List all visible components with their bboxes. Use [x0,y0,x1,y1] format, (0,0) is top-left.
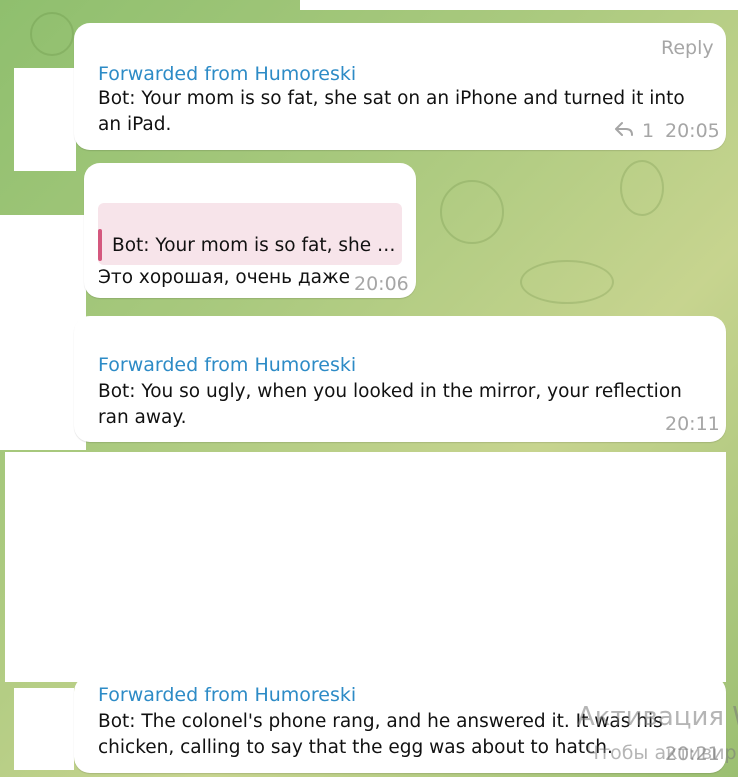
redaction-block [300,0,738,10]
message-bubble[interactable]: Reply Forwarded from Humoreski Bot: Your… [74,23,726,150]
reply-count: 1 [642,120,655,142]
activation-watermark-subtitle: Чтобы активир [586,742,737,764]
message-time: 20:06 [354,273,409,295]
quoted-reply[interactable]: Bot: Your mom is so fat, she s… [98,203,402,265]
reply-button[interactable]: Reply [661,37,714,59]
wallpaper-doodle [440,180,504,244]
redaction-block [14,688,74,770]
forwarded-from-label[interactable]: Forwarded from Humoreski [98,63,356,85]
forwarded-from-label[interactable]: Forwarded from Humoreski [98,684,356,706]
forwarded-from-label[interactable]: Forwarded from Humoreski [98,354,356,376]
redaction-block [14,68,76,171]
wallpaper-doodle [520,260,614,304]
replies-counter[interactable]: 1 [614,120,654,142]
quoted-text: Bot: Your mom is so fat, she s… [112,235,396,256]
message-time: 20:05 [665,120,720,142]
wallpaper-doodle [620,160,664,216]
reply-arrow-icon [614,120,634,142]
wallpaper-doodle [30,12,74,56]
quote-accent-bar [98,229,102,261]
message-time: 20:11 [665,413,720,435]
message-bubble[interactable]: Forwarded from Humoreski Bot: You so ugl… [74,316,726,442]
message-bubble[interactable]: Bot: Your mom is so fat, she s… Это хоро… [84,163,416,298]
activation-watermark-title: Активация W [577,702,738,732]
redaction-block [5,452,726,682]
message-text: Это хорошая, очень даже [98,267,351,288]
message-text: Bot: You so ugly, when you looked in the… [98,381,682,428]
